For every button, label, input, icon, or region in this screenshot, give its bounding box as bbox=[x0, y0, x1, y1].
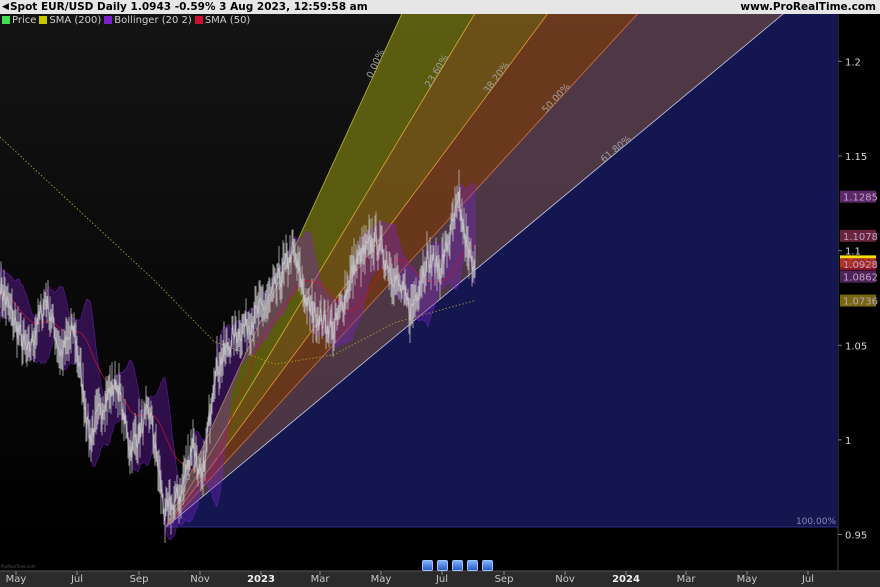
y-tick-label: 0.95 bbox=[845, 531, 867, 542]
legend-swatch bbox=[2, 16, 10, 24]
right-axis-panel bbox=[838, 14, 880, 571]
legend-item[interactable]: SMA (200) bbox=[39, 15, 101, 27]
brand-link[interactable]: www.ProRealTime.com bbox=[740, 0, 876, 14]
chart-title: Spot EUR/USD Daily 1.0943 -0.59% 3 Aug 2… bbox=[10, 1, 368, 13]
y-tick-label: 1 bbox=[845, 436, 851, 447]
legend-item[interactable]: SMA (50) bbox=[194, 15, 251, 27]
collapse-arrow-icon[interactable]: ◀ bbox=[2, 0, 9, 14]
price-tag-label: 1.0862 bbox=[843, 273, 878, 284]
navigation-buttons bbox=[422, 556, 497, 571]
legend-item[interactable]: Bollinger (20 2) bbox=[104, 15, 192, 27]
title-bar: ◀ Spot EUR/USD Daily 1.0943 -0.59% 3 Aug… bbox=[0, 0, 880, 14]
legend-label: Bollinger (20 2) bbox=[114, 15, 192, 26]
zoom-in-button[interactable] bbox=[482, 560, 493, 571]
x-tick-label: Mar bbox=[677, 574, 697, 585]
x-tick-label: Jul bbox=[70, 574, 83, 585]
price-tag-label: 1.0736 bbox=[843, 297, 878, 308]
x-tick-label: Mar bbox=[311, 574, 331, 585]
x-tick-label: 2023 bbox=[247, 574, 275, 585]
x-tick-label: 2024 bbox=[612, 574, 640, 585]
x-tick-label: May bbox=[371, 574, 392, 585]
price-tag-label: 1.0928 bbox=[843, 260, 878, 271]
legend-swatch bbox=[39, 16, 48, 24]
zoom-out-button[interactable] bbox=[422, 560, 433, 571]
watermark: ProRealTime.com bbox=[1, 564, 36, 569]
y-tick-label: 1.15 bbox=[845, 152, 867, 163]
x-tick-label: Nov bbox=[190, 574, 210, 585]
x-tick-label: Nov bbox=[555, 574, 575, 585]
chart-canvas[interactable]: 0.00% 23.60% 38.20%50.00%61.80%100.00% 0.9… bbox=[0, 0, 880, 587]
x-tick-label: Sep bbox=[495, 574, 514, 585]
fan-label: 100.00% bbox=[796, 517, 836, 527]
reset-button[interactable] bbox=[452, 560, 463, 571]
legend-item[interactable]: Price bbox=[2, 15, 36, 27]
legend-label: SMA (200) bbox=[49, 15, 102, 26]
legend-swatch bbox=[104, 16, 113, 24]
legend-label: Price bbox=[12, 15, 37, 26]
price-tag-label: 1.1078 bbox=[843, 232, 878, 243]
y-tick-label: 1.2 bbox=[845, 57, 861, 68]
y-tick-label: 1.05 bbox=[845, 341, 867, 352]
legend-label: SMA (50) bbox=[204, 15, 251, 26]
x-tick-label: Jul bbox=[435, 574, 448, 585]
x-tick-label: Jul bbox=[801, 574, 814, 585]
x-tick-label: May bbox=[737, 574, 758, 585]
indicator-legend: Price SMA (200) Bollinger (20 2) SMA (50) bbox=[2, 15, 253, 27]
scroll-left-button[interactable] bbox=[437, 560, 448, 571]
x-tick-label: May bbox=[6, 574, 27, 585]
x-tick-label: Sep bbox=[130, 574, 149, 585]
legend-swatch bbox=[194, 16, 203, 24]
price-tag-label: 1.1285 bbox=[843, 193, 878, 204]
scroll-right-button[interactable] bbox=[467, 560, 478, 571]
